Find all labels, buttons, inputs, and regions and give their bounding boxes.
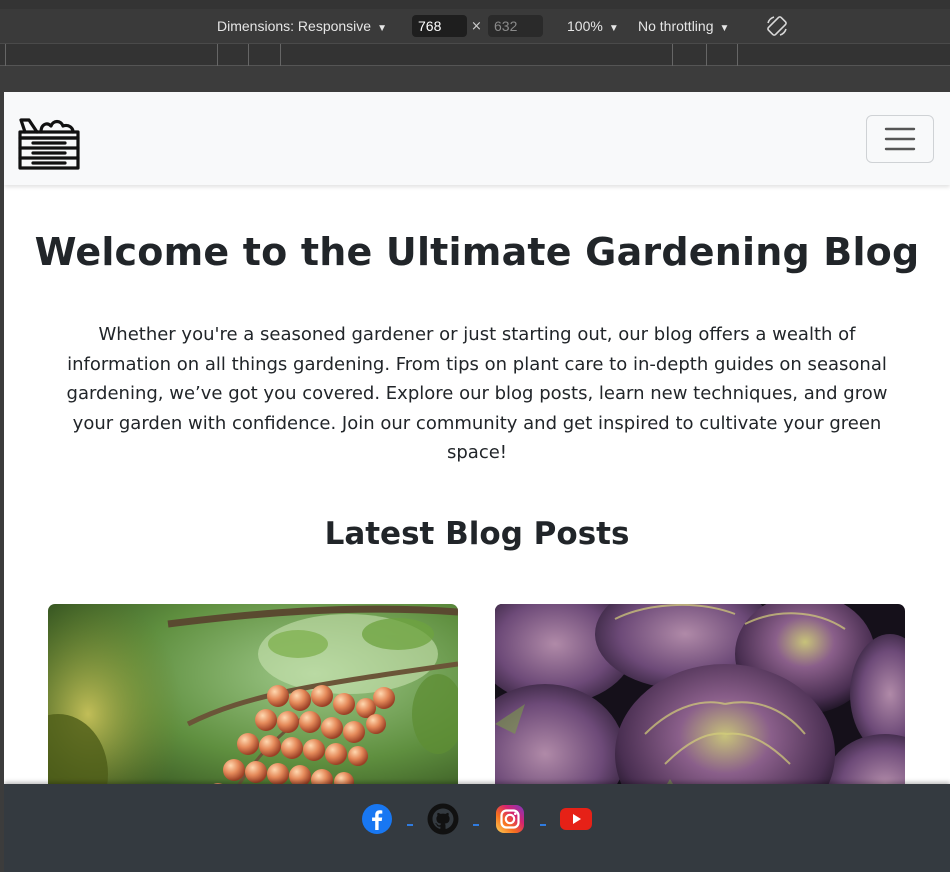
dimensions-label: Dimensions: Responsive [217, 18, 372, 34]
zoom-dropdown[interactable]: 100% ▼ [567, 9, 619, 43]
dimensions-dropdown[interactable]: Dimensions: Responsive ▼ [217, 9, 387, 43]
zoom-caret-icon: ▼ [608, 23, 619, 34]
hero-text: Whether you're a seasoned gardener or ju… [66, 324, 888, 463]
page-viewport: Welcome to the Ultimate Gardening Blog W… [4, 92, 950, 872]
instagram-icon[interactable] [494, 802, 526, 836]
throttling-label: No throttling [638, 18, 714, 34]
hamburger-menu-icon [884, 127, 916, 151]
navbar [4, 92, 950, 185]
footer-separator [407, 824, 413, 826]
zoom-label: 100% [567, 18, 603, 34]
posts-title: Latest Blog Posts [324, 516, 630, 552]
times-icon: × [471, 19, 482, 34]
github-icon[interactable] [427, 802, 459, 836]
rotate-icon[interactable] [765, 14, 789, 38]
blog-card-artichokes[interactable] [495, 604, 905, 804]
navbar-toggler-button[interactable] [866, 115, 934, 163]
hero-title: Welcome to the Ultimate Gardening Blog [34, 230, 920, 274]
footer [4, 784, 950, 872]
width-input[interactable]: 768 [412, 15, 467, 37]
throttling-caret-icon: ▼ [719, 23, 730, 34]
media-query-ruler [0, 44, 950, 66]
garden-crate-icon[interactable] [17, 116, 81, 172]
blog-card-grapes[interactable] [48, 604, 458, 804]
dimensions-caret-icon: ▼ [377, 23, 387, 34]
artichokes-photo [495, 604, 905, 804]
youtube-icon[interactable] [559, 802, 593, 836]
grapes-on-vine-photo [48, 604, 458, 804]
footer-separator [473, 824, 479, 826]
facebook-icon[interactable] [361, 802, 393, 836]
throttling-dropdown[interactable]: No throttling ▼ [638, 9, 729, 43]
height-input[interactable]: 632 [488, 15, 543, 37]
toolbar-gap [0, 67, 950, 92]
footer-separator [540, 824, 546, 826]
devtools-device-toolbar: Dimensions: Responsive ▼ 768 × 632 100% ▼ … [0, 0, 950, 44]
